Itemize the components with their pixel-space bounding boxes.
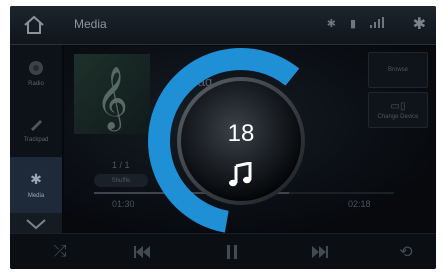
sidebar-item-trackpad[interactable]: Trackpad: [10, 101, 62, 157]
shuffle-label: Shuffle: [111, 177, 131, 184]
volume-value: 18: [227, 120, 255, 147]
status-icons: ✱ ▮: [327, 17, 384, 31]
shuffle-control[interactable]: ⤮: [40, 238, 80, 266]
shuffle-button[interactable]: Shuffle: [94, 174, 148, 187]
signal-icon: [370, 17, 384, 31]
pause-icon: [227, 245, 237, 259]
track-number: 1 / 1: [112, 160, 130, 170]
device-icon: ▭▯: [390, 100, 406, 112]
bluetooth-icon: ✱: [412, 16, 426, 33]
screen-title: Media: [74, 17, 107, 31]
repeat-button[interactable]: ⟲: [386, 238, 426, 266]
playback-controls: ⤮ ⟲: [10, 233, 436, 269]
album-art: 𝄞: [74, 54, 150, 134]
browse-button[interactable]: Browse: [368, 52, 428, 88]
shuffle-icon: ⤮: [53, 243, 67, 260]
home-icon: [24, 15, 44, 34]
next-track-button[interactable]: [300, 238, 340, 266]
music-note-icon: [229, 162, 252, 187]
sidebar-item-media[interactable]: ✱ Media: [10, 157, 62, 213]
elapsed-time: 01:30: [112, 199, 135, 209]
previous-track-button[interactable]: [122, 238, 162, 266]
bluetooth-status-icon: ✱: [326, 18, 336, 30]
previous-icon: [134, 246, 150, 258]
sidebar-item-label: Trackpad: [23, 136, 49, 143]
browse-label: Browse: [387, 67, 408, 73]
battery-icon: ▮: [349, 18, 356, 30]
total-time: 02:18: [348, 199, 371, 209]
next-icon: [312, 246, 328, 258]
sidebar-item-label: Radio: [28, 80, 44, 87]
home-button[interactable]: [10, 6, 58, 44]
sidebar-item-radio[interactable]: Radio: [10, 45, 62, 101]
pause-button[interactable]: [212, 238, 252, 266]
pen-icon: [31, 119, 42, 131]
bluetooth-button[interactable]: ✱: [413, 14, 426, 34]
change-device-button[interactable]: ▭▯ Change Device: [368, 92, 428, 128]
treble-clef-icon: 𝄞: [96, 66, 128, 132]
svg-text:𝄞: 𝄞: [96, 66, 128, 132]
volume-overlay[interactable]: 18: [146, 38, 326, 236]
change-device-label: Change Device: [377, 113, 419, 120]
sidebar-item-label: Media: [27, 193, 45, 199]
bluetooth-icon: ✱: [30, 171, 42, 187]
radio-icon: [29, 60, 43, 75]
sidebar: Radio Trackpad ✱ Media: [10, 45, 62, 235]
sidebar-scroll-down-button[interactable]: [10, 213, 62, 235]
infotainment-screen: Media ✱ ▮ ✱ Radio Trackpad ✱ Media 𝄞 Wag…: [10, 6, 436, 269]
repeat-icon: ⟲: [399, 244, 413, 261]
chevron-down-icon: [26, 219, 46, 230]
